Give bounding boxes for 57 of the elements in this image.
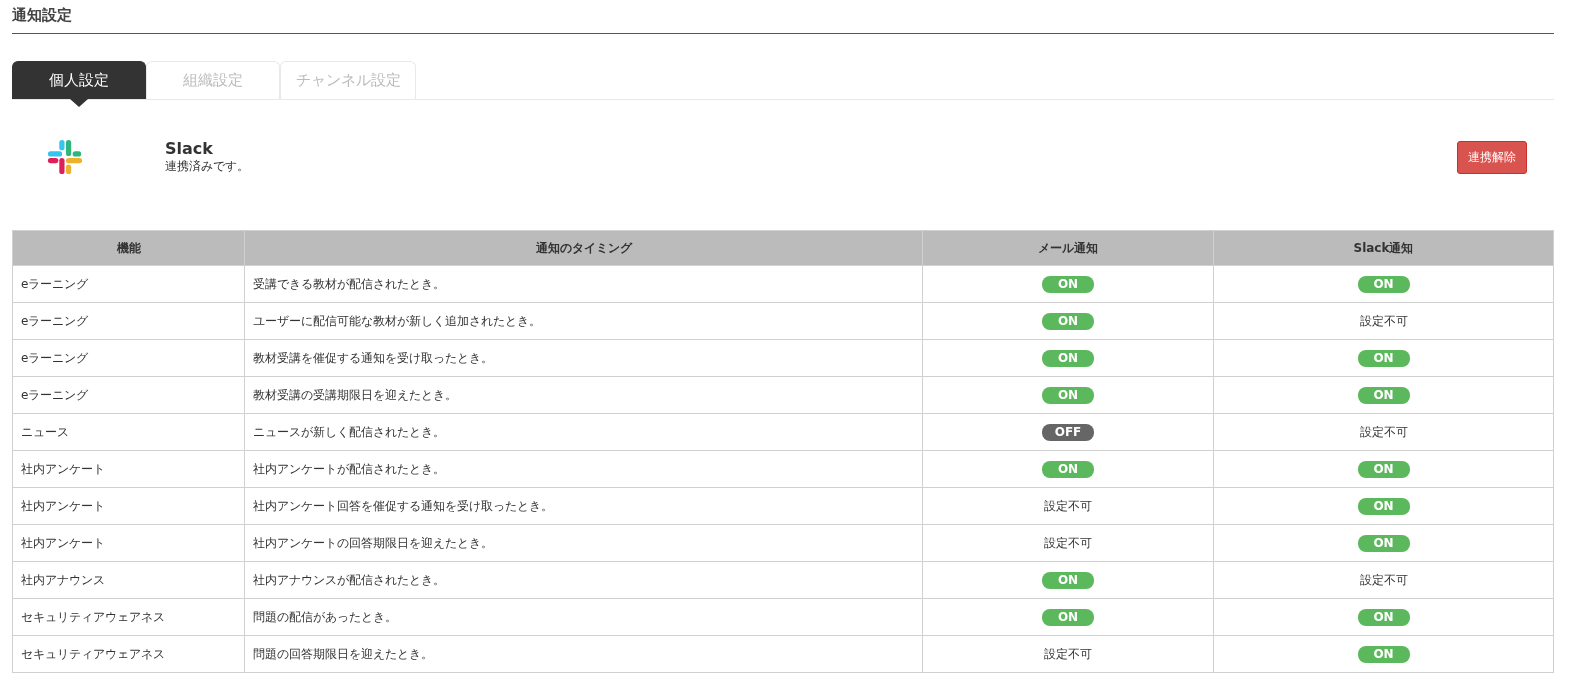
toggle-switch[interactable]: ON	[1357, 386, 1410, 404]
toggle-switch[interactable]: ON	[1042, 386, 1094, 404]
unlink-button[interactable]: 連携解除	[1457, 140, 1527, 174]
table-cell: 受講できる教材が配信されたとき。	[244, 265, 923, 303]
table-cell: eラーニング	[12, 376, 245, 414]
table-cell: 設定不可	[1213, 413, 1554, 451]
toggle-switch[interactable]: OFF	[1042, 423, 1094, 441]
table-cell: 社内アンケート	[12, 450, 245, 488]
toggle-switch[interactable]: ON	[1042, 571, 1094, 589]
toggle-switch[interactable]: ON	[1357, 275, 1410, 293]
page-title: 通知設定	[12, 6, 72, 25]
table-cell: 教材受講の受講期限日を迎えたとき。	[244, 376, 923, 414]
toggle-switch[interactable]: ON	[1357, 460, 1410, 478]
column-header: 機能	[12, 230, 245, 266]
table-cell: eラーニング	[12, 265, 245, 303]
column-header: Slack通知	[1213, 230, 1554, 266]
tab[interactable]: 組織設定	[146, 61, 280, 99]
table-cell: 教材受講を催促する通知を受け取ったとき。	[244, 339, 923, 377]
slack-logo-icon	[46, 138, 84, 176]
table-cell: 社内アナウンスが配信されたとき。	[244, 561, 923, 599]
toggle-switch[interactable]: ON	[1357, 608, 1410, 626]
table-cell: 問題の配信があったとき。	[244, 598, 923, 636]
toggle-switch[interactable]: ON	[1042, 312, 1094, 330]
toggle-switch[interactable]: ON	[1042, 275, 1094, 293]
table-cell: eラーニング	[12, 339, 245, 377]
toggle-switch[interactable]: ON	[1042, 608, 1094, 626]
tab[interactable]: 個人設定	[12, 61, 146, 99]
table-cell: 社内アナウンス	[12, 561, 245, 599]
table-cell: セキュリティアウェアネス	[12, 635, 245, 673]
table-cell: 設定不可	[1213, 302, 1554, 340]
toggle-switch[interactable]: ON	[1357, 645, 1410, 663]
table-cell: 設定不可	[922, 635, 1214, 673]
table-cell: 設定不可	[922, 524, 1214, 562]
toggle-switch[interactable]: ON	[1042, 460, 1094, 478]
table-cell: セキュリティアウェアネス	[12, 598, 245, 636]
column-header: 通知のタイミング	[244, 230, 923, 266]
table-cell: 社内アンケート	[12, 487, 245, 525]
table-cell: 設定不可	[1213, 561, 1554, 599]
integration-status: 連携済みです。	[165, 158, 249, 175]
toggle-switch[interactable]: ON	[1357, 534, 1410, 552]
toggle-switch[interactable]: ON	[1357, 349, 1410, 367]
tab-pointer-icon	[70, 99, 88, 107]
table-cell: ユーザーに配信可能な教材が新しく追加されたとき。	[244, 302, 923, 340]
table-cell: 問題の回答期限日を迎えたとき。	[244, 635, 923, 673]
toggle-switch[interactable]: ON	[1357, 497, 1410, 515]
table-cell: 設定不可	[922, 487, 1214, 525]
column-header: メール通知	[922, 230, 1214, 266]
toggle-switch[interactable]: ON	[1042, 349, 1094, 367]
table-cell: 社内アンケートの回答期限日を迎えたとき。	[244, 524, 923, 562]
table-cell: ニュースが新しく配信されたとき。	[244, 413, 923, 451]
table-cell: ニュース	[12, 413, 245, 451]
table-cell: 社内アンケート回答を催促する通知を受け取ったとき。	[244, 487, 923, 525]
integration-name: Slack	[165, 139, 213, 158]
tab[interactable]: チャンネル設定	[280, 61, 416, 99]
table-cell: eラーニング	[12, 302, 245, 340]
table-cell: 社内アンケート	[12, 524, 245, 562]
table-cell: 社内アンケートが配信されたとき。	[244, 450, 923, 488]
